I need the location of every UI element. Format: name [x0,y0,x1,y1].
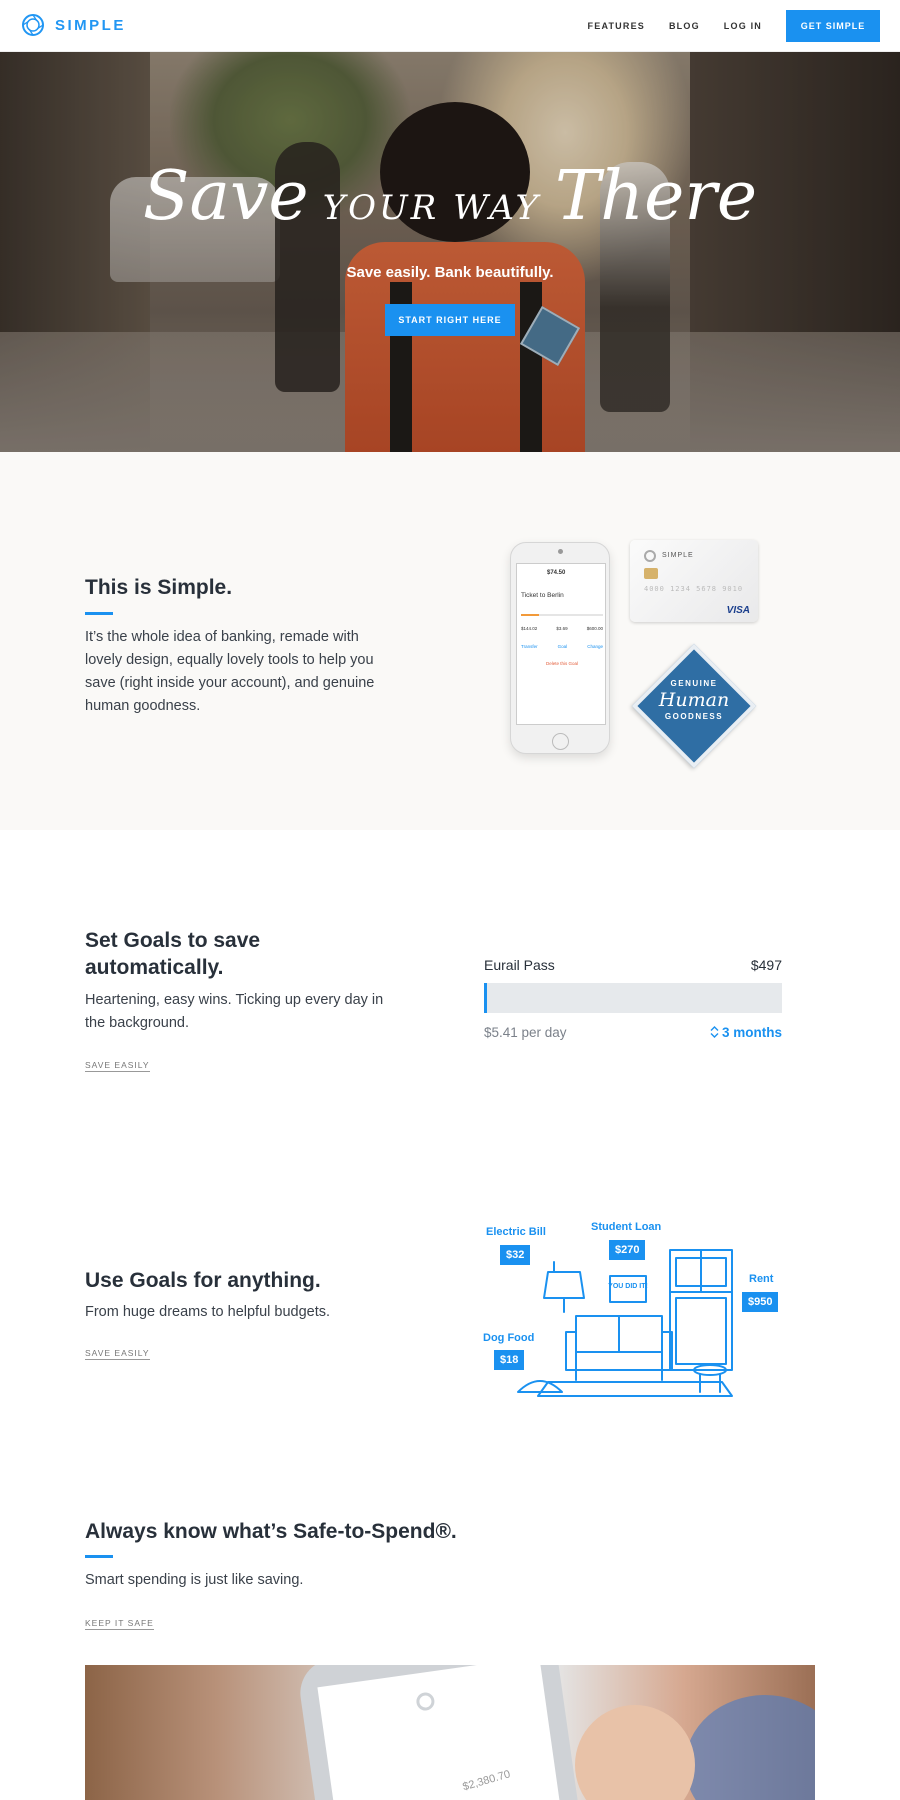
phone-goal-progress [521,614,603,616]
debit-card-illustration: SIMPLE 4000 1234 5678 9010 VISA [630,540,758,622]
hero-title-there: There [554,157,758,236]
heading-accent-line [85,1555,113,1558]
anything-body: From huge dreams to helpful budgets. [85,1304,331,1320]
phone-in-hand-photo: $2,380.70 [85,1665,815,1800]
goal-per-day: $5.41 per day [484,1025,567,1040]
tag-label-electric-bill: Electric Bill [486,1226,546,1238]
phone-action: Transfer [521,644,538,649]
nav-links: FEATURES BLOG LOG IN GET SIMPLE [588,10,880,42]
phone-goal-actions: Transfer Goal Change [521,644,603,649]
intro-heading: This is Simple. [85,576,233,599]
nav-link-login[interactable]: LOG IN [724,21,762,31]
goal-name: Eurail Pass [484,957,555,973]
save-easily-link[interactable]: SAVE EASILY [85,1060,150,1072]
phone-screen: $74.50 Ticket to Berlin $144.02 $3.69 $6… [516,563,606,725]
safe-body: Smart spending is just like saving. [85,1572,304,1588]
intro-body: It’s the whole idea of banking, remade w… [85,629,375,714]
goals-heading: Set Goals to save automatically. [85,929,261,979]
app-phone-illustration: $74.50 Ticket to Berlin $144.02 $3.69 $6… [510,542,610,754]
phone-value: $600.00 [586,626,603,631]
start-right-here-button[interactable]: START RIGHT HERE [385,304,515,336]
phone-value: $144.02 [521,626,538,631]
tag-label-dog-food: Dog Food [483,1332,535,1344]
tag-label-student-loan: Student Loan [591,1221,662,1233]
goal-duration-value: 3 months [721,1025,782,1040]
card-brand: SIMPLE [662,552,694,559]
heading-accent-line [85,612,113,615]
phone-amount: $74.50 [547,570,566,576]
goal-amount: $497 [750,957,782,973]
hero-banner: Save YOUR WAY There Save easily. Bank beau… [0,52,900,452]
keep-it-safe-link[interactable]: KEEP IT SAFE [85,1618,154,1630]
hero-title: Save YOUR WAY There [0,157,900,236]
nav-link-blog[interactable]: BLOG [669,21,700,31]
phone-action: Goal [557,644,568,649]
chevron-up-down-icon [710,1026,719,1038]
phone-home-button [552,733,569,750]
hero-title-save: Save [142,157,309,236]
intro-section: This is Simple. It’s the whole idea of b… [0,452,900,830]
simple-logo-icon [22,14,44,36]
safe-heading: Always know what’s Safe-to-Spend®. [85,1520,457,1543]
visa-logo: VISA [726,605,750,616]
goal-progress-bar [484,983,782,1013]
hero-title-your-way: YOUR WAY [322,188,541,228]
tag-value-dog-food: $18 [494,1350,525,1370]
patch-line: GENUINE [670,679,718,688]
top-nav: SIMPLE FEATURES BLOG LOG IN GET SIMPLE [0,0,900,52]
patch-line: GOODNESS [664,712,724,721]
save-easily-link[interactable]: SAVE EASILY [85,1348,150,1360]
hero-subtitle: Save easily. Bank beautifully. [346,264,554,281]
goal-duration-selector[interactable]: 3 months [710,1025,782,1040]
brand-logo[interactable]: SIMPLE [20,12,126,38]
phone-goal-values: $144.02 $3.69 $600.00 [521,626,603,631]
simple-logo-icon [415,1691,436,1712]
goals-body: Heartening, easy wins. Ticking up every … [85,992,384,1031]
patch-line: Human [658,689,730,711]
phone-goal-title: Ticket to Berlin [521,592,564,599]
card-logo-icon [644,550,656,562]
get-simple-button[interactable]: GET SIMPLE [786,10,880,42]
tag-value-rent: $950 [742,1292,779,1312]
phone-delete-goal: Delete this Goal [545,661,579,666]
frame-text: YOU DID IT! [608,1283,648,1290]
phone-action: Change [587,644,603,649]
phone-balance: $2,380.70 [461,1768,512,1794]
anything-heading: Use Goals for anything. [85,1269,321,1292]
brand-name: SIMPLE [55,16,126,34]
phone-value: $3.69 [556,626,568,631]
nav-link-features[interactable]: FEATURES [588,21,645,31]
card-chip-icon [644,568,658,579]
card-number: 4000 1234 5678 9010 [644,585,744,593]
tag-label-rent: Rent [749,1273,774,1285]
patch-text: GENUINE Human GOODNESS [640,679,748,721]
tag-value-electric-bill: $32 [500,1245,531,1265]
tag-value-student-loan: $270 [609,1240,646,1260]
